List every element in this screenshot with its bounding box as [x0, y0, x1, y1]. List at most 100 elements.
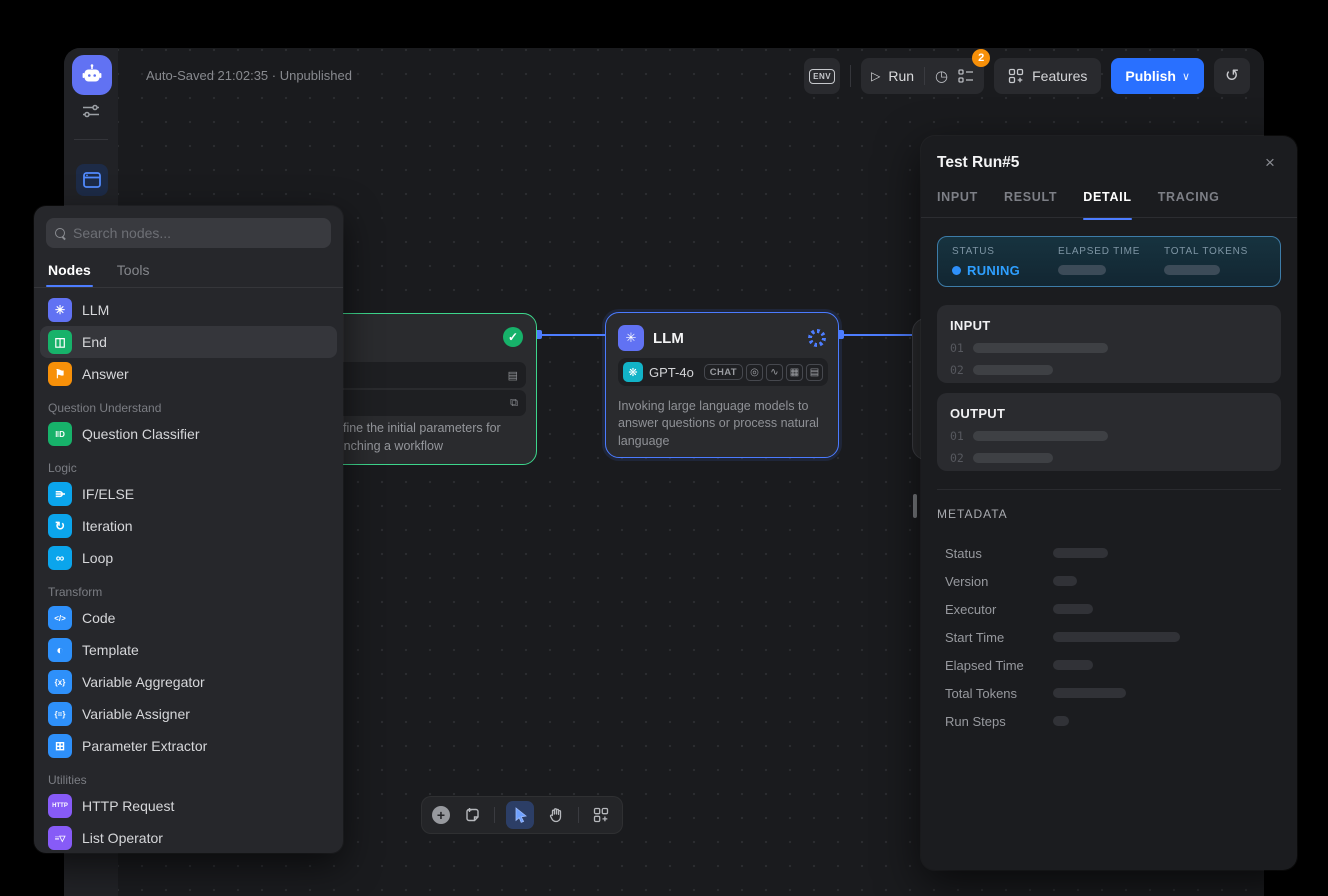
- meta-row-elapsed-time: Elapsed Time: [945, 651, 1281, 679]
- node-item-label: Loop: [82, 550, 113, 566]
- capability-icon: ◎: [746, 364, 763, 381]
- start-input-field[interactable]: ▤: [327, 362, 526, 388]
- status-value: RUNING: [967, 263, 1020, 278]
- row-index: 02: [950, 363, 964, 377]
- row-index: 01: [950, 341, 964, 355]
- run-button-group: ▷ Run ◷ 2: [861, 58, 984, 94]
- app-preview-button[interactable]: [76, 164, 108, 196]
- test-run-panel: Test Run#5 × INPUTRESULTDETAILTRACING ST…: [921, 136, 1297, 870]
- chat-badge: CHAT: [704, 364, 743, 380]
- run-tab-result[interactable]: RESULT: [1004, 190, 1057, 220]
- publish-button[interactable]: Publish ∨: [1111, 58, 1204, 94]
- search-box[interactable]: [46, 218, 331, 248]
- app-logo[interactable]: [72, 55, 112, 95]
- env-icon: ENV: [809, 69, 835, 84]
- run-history-button[interactable]: ◷: [935, 67, 948, 85]
- start-node[interactable]: ✓ ▤ ⧉ Define the initial parameters for …: [314, 313, 537, 465]
- loop-icon: ∞: [48, 546, 72, 570]
- model-selector[interactable]: ❋ GPT-4o CHAT ◎∿▦▤: [618, 358, 828, 386]
- canvas-toolbar: +: [421, 796, 623, 834]
- run-group-divider: [924, 67, 925, 85]
- run-button[interactable]: ▷ Run: [871, 68, 914, 84]
- run-tab-input[interactable]: INPUT: [937, 190, 978, 220]
- meta-label: Status: [945, 546, 1053, 561]
- checklist-button[interactable]: [958, 69, 974, 83]
- node-item-list-operator[interactable]: ≡▽List Operator: [40, 822, 337, 853]
- run-tab-detail[interactable]: DETAIL: [1083, 190, 1131, 220]
- meta-label: Version: [945, 574, 1053, 589]
- skeleton-bar: [973, 431, 1108, 441]
- organize-nodes-button[interactable]: [590, 804, 612, 826]
- skeleton-bar: [1053, 576, 1077, 586]
- start-input-field[interactable]: ⧉: [327, 390, 526, 416]
- node-item-label: List Operator: [82, 830, 163, 846]
- llm-node-description: Invoking large language models to answer…: [618, 398, 826, 450]
- pointer-tool-button[interactable]: [506, 801, 534, 829]
- skeleton-bar: [973, 343, 1108, 353]
- output-card: OUTPUT 01 02: [937, 393, 1281, 471]
- node-item-parameter-extractor[interactable]: ⊞Parameter Extractor: [40, 730, 337, 762]
- skeleton-bar: [1053, 716, 1069, 726]
- openai-icon: ❋: [623, 362, 643, 382]
- input-card: INPUT 01 02: [937, 305, 1281, 383]
- node-item-template[interactable]: ◐Template: [40, 634, 337, 666]
- env-variables-button[interactable]: ENV: [804, 58, 840, 94]
- capability-icon: ▦: [786, 364, 803, 381]
- add-note-button[interactable]: [461, 804, 483, 826]
- node-item-loop[interactable]: ∞ Loop: [40, 542, 337, 574]
- status-card: STATUS RUNING ELAPSED TIME TOTAL TOKENS: [937, 236, 1281, 287]
- template-icon: ◐: [48, 638, 72, 662]
- organize-icon: [593, 807, 609, 823]
- node-item-http-request[interactable]: HTTPHTTP Request: [40, 790, 337, 822]
- iteration-icon: ↻: [48, 514, 72, 538]
- output-header: OUTPUT: [950, 406, 1268, 421]
- metadata-rows: Status Version Executor Start TimeElapsed T…: [945, 539, 1281, 735]
- output-row: 01: [950, 429, 1268, 443]
- section-header: Question Understand: [34, 398, 343, 418]
- workflow-settings-button[interactable]: [82, 103, 100, 119]
- node-item-code[interactable]: </>Code: [40, 602, 337, 634]
- features-button[interactable]: Features: [994, 58, 1101, 94]
- node-item-question-classifier[interactable]: ‖DQuestion Classifier: [40, 418, 337, 450]
- node-item-answer[interactable]: ⚑Answer: [40, 358, 337, 390]
- metadata-header: METADATA: [937, 507, 1008, 521]
- llm-node[interactable]: ✳ LLM ❋ GPT-4o CHAT ◎∿▦▤ Invoking large …: [605, 312, 839, 458]
- tab-tools[interactable]: Tools: [117, 262, 150, 287]
- meta-row-total-tokens: Total Tokens: [945, 679, 1281, 707]
- llm-node-icon: ✳: [618, 325, 644, 351]
- node-item-iteration[interactable]: ↻Iteration: [40, 510, 337, 542]
- llm-node-title: LLM: [653, 330, 684, 347]
- paragraph-type-icon: ⧉: [510, 397, 518, 410]
- node-item-end[interactable]: ◫End: [40, 326, 337, 358]
- panel-resize-handle[interactable]: [913, 494, 917, 518]
- version-history-button[interactable]: ↺: [1214, 58, 1250, 94]
- close-icon[interactable]: ×: [1259, 152, 1281, 174]
- output-rows: 01 02: [950, 429, 1268, 465]
- node-item-label: HTTP Request: [82, 798, 174, 814]
- tab-nodes[interactable]: Nodes: [48, 262, 91, 287]
- node-item-llm[interactable]: ✳LLM: [40, 294, 337, 326]
- hand-tool-button[interactable]: [545, 804, 567, 826]
- meta-row-start-time: Start Time: [945, 623, 1281, 651]
- skeleton-bar: [973, 453, 1053, 463]
- variable-assigner-icon: {=}: [48, 702, 72, 726]
- row-index: 02: [950, 451, 964, 465]
- run-label: Run: [888, 68, 914, 84]
- elapsed-skeleton: [1058, 265, 1106, 275]
- run-tab-tracing[interactable]: TRACING: [1158, 190, 1220, 220]
- node-item-label: IF/ELSE: [82, 486, 134, 502]
- node-item-if-else[interactable]: ⋔IF/ELSE: [40, 478, 337, 510]
- stopwatch-icon: ◷: [935, 67, 948, 85]
- meta-label: Executor: [945, 602, 1053, 617]
- node-item-variable-aggregator[interactable]: {x}Variable Aggregator: [40, 666, 337, 698]
- input-row: 01: [950, 341, 1268, 355]
- add-node-button[interactable]: +: [432, 806, 450, 824]
- search-input[interactable]: [73, 225, 322, 241]
- input-header: INPUT: [950, 318, 1268, 333]
- node-item-variable-assigner[interactable]: {=}Variable Assigner: [40, 698, 337, 730]
- model-badges: CHAT ◎∿▦▤: [704, 364, 823, 381]
- toolbar-divider: [578, 807, 579, 823]
- topbar-divider: [850, 65, 851, 87]
- hand-icon: [548, 807, 564, 823]
- meta-row-executor: Executor: [945, 595, 1281, 623]
